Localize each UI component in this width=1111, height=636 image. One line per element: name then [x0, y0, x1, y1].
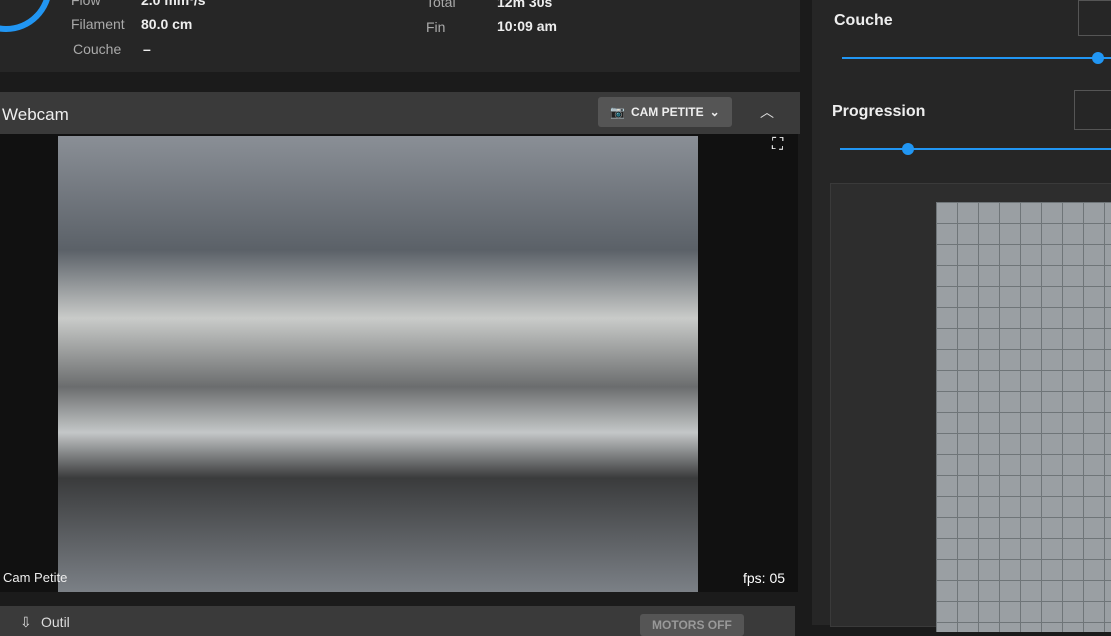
cam-select-button[interactable]: 📷 CAM PETITE ⌄	[598, 97, 732, 127]
filament-value: 80.0 cm	[141, 16, 193, 32]
webcam-image	[58, 136, 698, 592]
total-value: 12m 30s	[497, 0, 553, 10]
filament-label: Filament	[71, 16, 125, 32]
total-label: Total	[426, 0, 456, 10]
progress-input[interactable]	[1074, 90, 1111, 130]
finish-label: Fin	[426, 19, 446, 35]
layer-input[interactable]	[1078, 0, 1111, 36]
gcode-viewer[interactable]	[830, 183, 1111, 632]
layer-slider[interactable]	[842, 52, 1111, 64]
finish-value: 10:09 am	[497, 18, 557, 34]
progress-slider[interactable]	[840, 143, 1111, 155]
status-panel: Flow 2.0 mm³/s Filament 80.0 cm Couche –…	[0, 0, 800, 72]
progress-ring-icon	[0, 0, 52, 32]
progress-slider-handle[interactable]	[901, 143, 914, 155]
flow-value: 2.0 mm³/s	[141, 0, 206, 8]
fps-readout: fps: 05	[743, 570, 786, 586]
right-panel: Couche Progression	[812, 0, 1111, 632]
layer-slider-handle[interactable]	[1091, 52, 1104, 64]
layer-slider-label: Couche	[834, 12, 893, 29]
layer-label: Couche	[73, 41, 122, 57]
chevron-down-icon: ⌄	[709, 105, 720, 119]
webcam-header: Webcam 📷 CAM PETITE ⌄ ︿	[0, 92, 800, 134]
cam-name: Cam Petite	[3, 570, 68, 585]
flow-label: Flow	[71, 0, 101, 8]
tool-title: Outil	[41, 614, 70, 630]
webcam-title: Webcam	[2, 105, 69, 124]
tool-header: ⇩ Outil MOTORS OFF	[0, 606, 795, 636]
layer-value: –	[143, 41, 151, 57]
cam-select-label: CAM PETITE	[630, 105, 704, 119]
fullscreen-icon[interactable]: ⛶	[772, 136, 783, 154]
tool-icon: ⇩	[20, 614, 32, 630]
camera-icon: 📷	[610, 105, 625, 119]
progress-slider-label: Progression	[832, 103, 926, 120]
motors-off-button[interactable]: MOTORS OFF	[640, 614, 744, 636]
print-bed-grid	[936, 202, 1111, 632]
motors-off-label: MOTORS OFF	[652, 618, 732, 632]
webcam-view: ⛶ Cam Petite fps: 05	[0, 134, 798, 592]
collapse-chevron-up-icon[interactable]: ︿	[760, 102, 774, 122]
